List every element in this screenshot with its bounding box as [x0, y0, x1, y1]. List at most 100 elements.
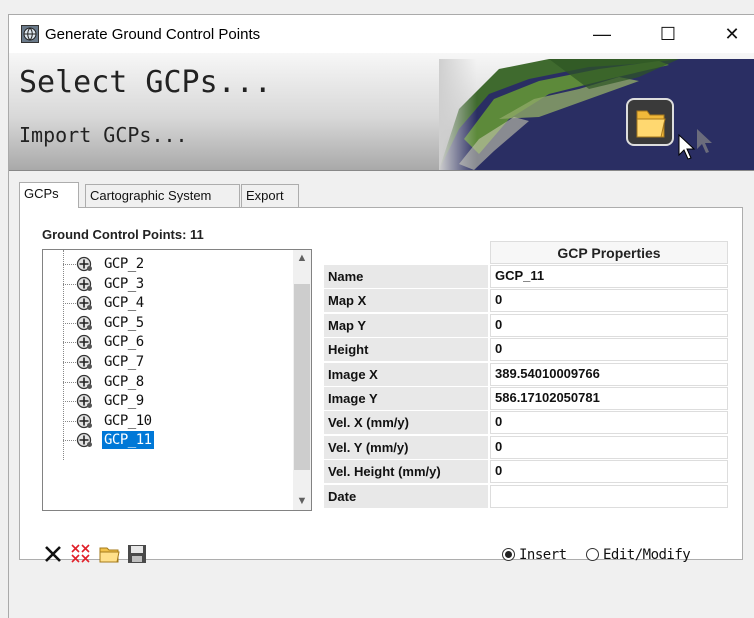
- insert-radio-indicator: [502, 548, 515, 561]
- import-gcps-link[interactable]: Import GCPs...: [19, 123, 188, 147]
- delete-all-icon[interactable]: [70, 543, 92, 565]
- tree-node[interactable]: GCP_9: [43, 391, 283, 411]
- property-name: Name: [324, 265, 488, 288]
- tree-node[interactable]: GCP_2: [43, 254, 283, 274]
- property-value-field[interactable]: 0: [490, 460, 728, 484]
- tree-connector-branch: [63, 283, 76, 285]
- property-value-field[interactable]: 0: [490, 289, 728, 313]
- property-row: Vel. Y (mm/y) 0: [324, 435, 728, 460]
- property-row: Map Y0: [324, 313, 728, 338]
- gcp-point-icon: [76, 374, 92, 389]
- tree-node[interactable]: GCP_4: [43, 293, 283, 313]
- property-value-field[interactable]: 586.17102050781: [490, 387, 728, 410]
- delete-icon[interactable]: [42, 543, 64, 565]
- tree-node-label[interactable]: GCP_6: [102, 333, 146, 351]
- tree-node[interactable]: GCP_6: [43, 332, 283, 352]
- gcp-count-label: Ground Control Points: 11: [42, 227, 204, 242]
- property-value-field[interactable]: 0: [490, 411, 728, 435]
- gcp-point-icon: [76, 413, 92, 428]
- tab-export[interactable]: Export: [241, 184, 299, 207]
- tree-connector-branch: [63, 362, 76, 363]
- tree-node-label[interactable]: GCP_7: [102, 353, 146, 371]
- header-banner: Select GCPs... Import GCPs...: [9, 53, 754, 171]
- edit-modify-radio-indicator: [586, 548, 599, 561]
- property-row: Name GCP_11: [324, 265, 728, 289]
- property-name: Map Y: [324, 313, 488, 337]
- tree-connector-branch: [63, 322, 76, 324]
- property-value-field[interactable]: 0: [490, 313, 728, 337]
- property-value-field[interactable]: 389.54010009766: [490, 362, 728, 386]
- save-icon[interactable]: [126, 543, 148, 565]
- gcp-point-icon: [76, 354, 92, 370]
- gcp-point-icon: [76, 315, 92, 330]
- property-row: Vel. X (mm/y) 0: [324, 411, 728, 435]
- close-button[interactable]: ✕: [709, 15, 754, 53]
- property-row: Image Y 586.17102050781: [324, 387, 728, 411]
- property-name: Date: [324, 484, 488, 508]
- property-name: Vel. X (mm/y): [324, 411, 488, 435]
- gcp-point-icon: [76, 433, 92, 448]
- property-value-field[interactable]: GCP_11: [490, 265, 728, 288]
- tree-node-label[interactable]: GCP_2: [102, 255, 146, 273]
- property-name: Image Y: [324, 387, 488, 410]
- edit-modify-radio[interactable]: Edit/Modify: [586, 547, 691, 565]
- gcp-tree-view[interactable]: GCP_2 GCP_3 GCP_4 GCP_5 GCP_6 GCP_7 GCP_8 GCP_9…: [42, 249, 312, 511]
- insert-radio[interactable]: Insert: [502, 547, 567, 565]
- tree-scrollbar[interactable]: ▲ ▼: [293, 250, 311, 510]
- gcp-point-icon: [76, 335, 92, 350]
- tree-node[interactable]: GCP_7: [43, 352, 283, 372]
- tree-node-label[interactable]: GCP_4: [102, 294, 146, 312]
- open-folder-icon[interactable]: [98, 543, 120, 565]
- tree-node[interactable]: GCP_8: [43, 372, 283, 392]
- folder-icon: [626, 98, 674, 146]
- property-value-field[interactable]: 0: [490, 338, 728, 362]
- tree-node-label[interactable]: GCP_8: [102, 373, 146, 391]
- tree-connector-branch: [63, 381, 76, 383]
- gcp-point-icon: [76, 394, 92, 409]
- gcp-list-title: Ground Control Points:: [42, 227, 187, 242]
- tree-node-label[interactable]: GCP_11: [102, 431, 154, 450]
- tab-gcps[interactable]: GCPs: [19, 182, 79, 208]
- property-name: Map X: [324, 289, 488, 313]
- property-value-field[interactable]: [490, 484, 728, 508]
- gcp-properties-header: GCP Properties: [490, 241, 728, 264]
- tree-node[interactable]: GCP_10: [43, 411, 283, 431]
- satellite-image-banner: [439, 59, 754, 170]
- gcps-panel: Ground Control Points: 11 GCP_2 GCP_3 GCP_…: [19, 207, 743, 563]
- property-row: Height 0: [324, 338, 728, 362]
- property-value-field[interactable]: 0: [490, 435, 728, 459]
- property-name: Height: [324, 338, 488, 362]
- scroll-down-arrow-icon[interactable]: ▼: [293, 493, 311, 510]
- edit-modify-radio-label: Edit/Modify: [603, 547, 691, 563]
- tree-node[interactable]: GCP_5: [43, 313, 283, 333]
- maximize-button[interactable]: ☐: [645, 15, 691, 53]
- tree-node-label[interactable]: GCP_9: [102, 392, 146, 410]
- insert-radio-label: Insert: [519, 547, 567, 563]
- tree-node-label[interactable]: GCP_10: [102, 412, 154, 430]
- title-bar: Generate Ground Control Points — ☐ ✕: [9, 15, 754, 53]
- tree-connector-branch: [63, 401, 76, 403]
- gcp-count: 11: [190, 227, 204, 242]
- tree-connector-branch: [63, 303, 76, 305]
- property-name: Vel. Height (mm/y): [324, 460, 488, 484]
- property-row: Image X 389.54010009766: [324, 362, 728, 387]
- window-title: Generate Ground Control Points: [45, 26, 261, 43]
- tree-connector-branch: [63, 440, 76, 442]
- scroll-thumb[interactable]: [294, 284, 310, 470]
- tree-connector-branch: [63, 264, 76, 265]
- property-name: Image X: [324, 362, 488, 386]
- property-row: Map X0: [324, 289, 728, 313]
- property-row: Date: [324, 484, 728, 509]
- generate-gcp-window: Generate Ground Control Points — ☐ ✕ Sel…: [8, 14, 754, 618]
- tab-cartographic-system[interactable]: Cartographic System: [85, 184, 240, 207]
- app-globe-icon: [21, 25, 39, 43]
- scroll-up-arrow-icon[interactable]: ▲: [293, 250, 311, 267]
- property-row: Vel. Height (mm/y) 0: [324, 460, 728, 484]
- gcp-point-icon: [76, 276, 92, 291]
- tree-node[interactable]: GCP_11: [43, 430, 283, 450]
- tree-node-label[interactable]: GCP_5: [102, 314, 146, 332]
- select-gcps-link[interactable]: Select GCPs...: [19, 65, 272, 100]
- minimize-button[interactable]: —: [579, 15, 625, 53]
- tree-node-label[interactable]: GCP_3: [102, 275, 146, 293]
- tree-node[interactable]: GCP_3: [43, 274, 283, 294]
